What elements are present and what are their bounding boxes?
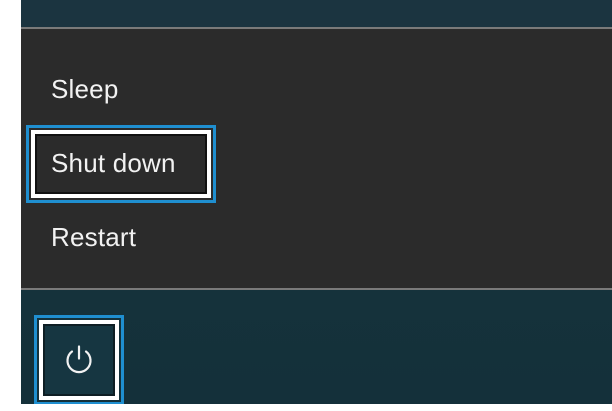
start-menu-top-strip <box>21 0 612 27</box>
screen: Sleep Shut down Restart <box>0 0 612 411</box>
shut-down-menu-item[interactable]: Shut down <box>51 148 176 178</box>
restart-menu-item[interactable]: Restart <box>51 222 136 252</box>
sleep-menu-item[interactable]: Sleep <box>51 74 119 104</box>
power-icon <box>66 345 92 374</box>
screen-bottom-margin <box>0 404 612 411</box>
screen-margin <box>0 0 21 411</box>
power-button[interactable] <box>34 315 124 404</box>
power-options-menu: Sleep Shut down Restart <box>21 27 612 290</box>
start-menu-panel: Sleep Shut down Restart <box>21 0 612 404</box>
